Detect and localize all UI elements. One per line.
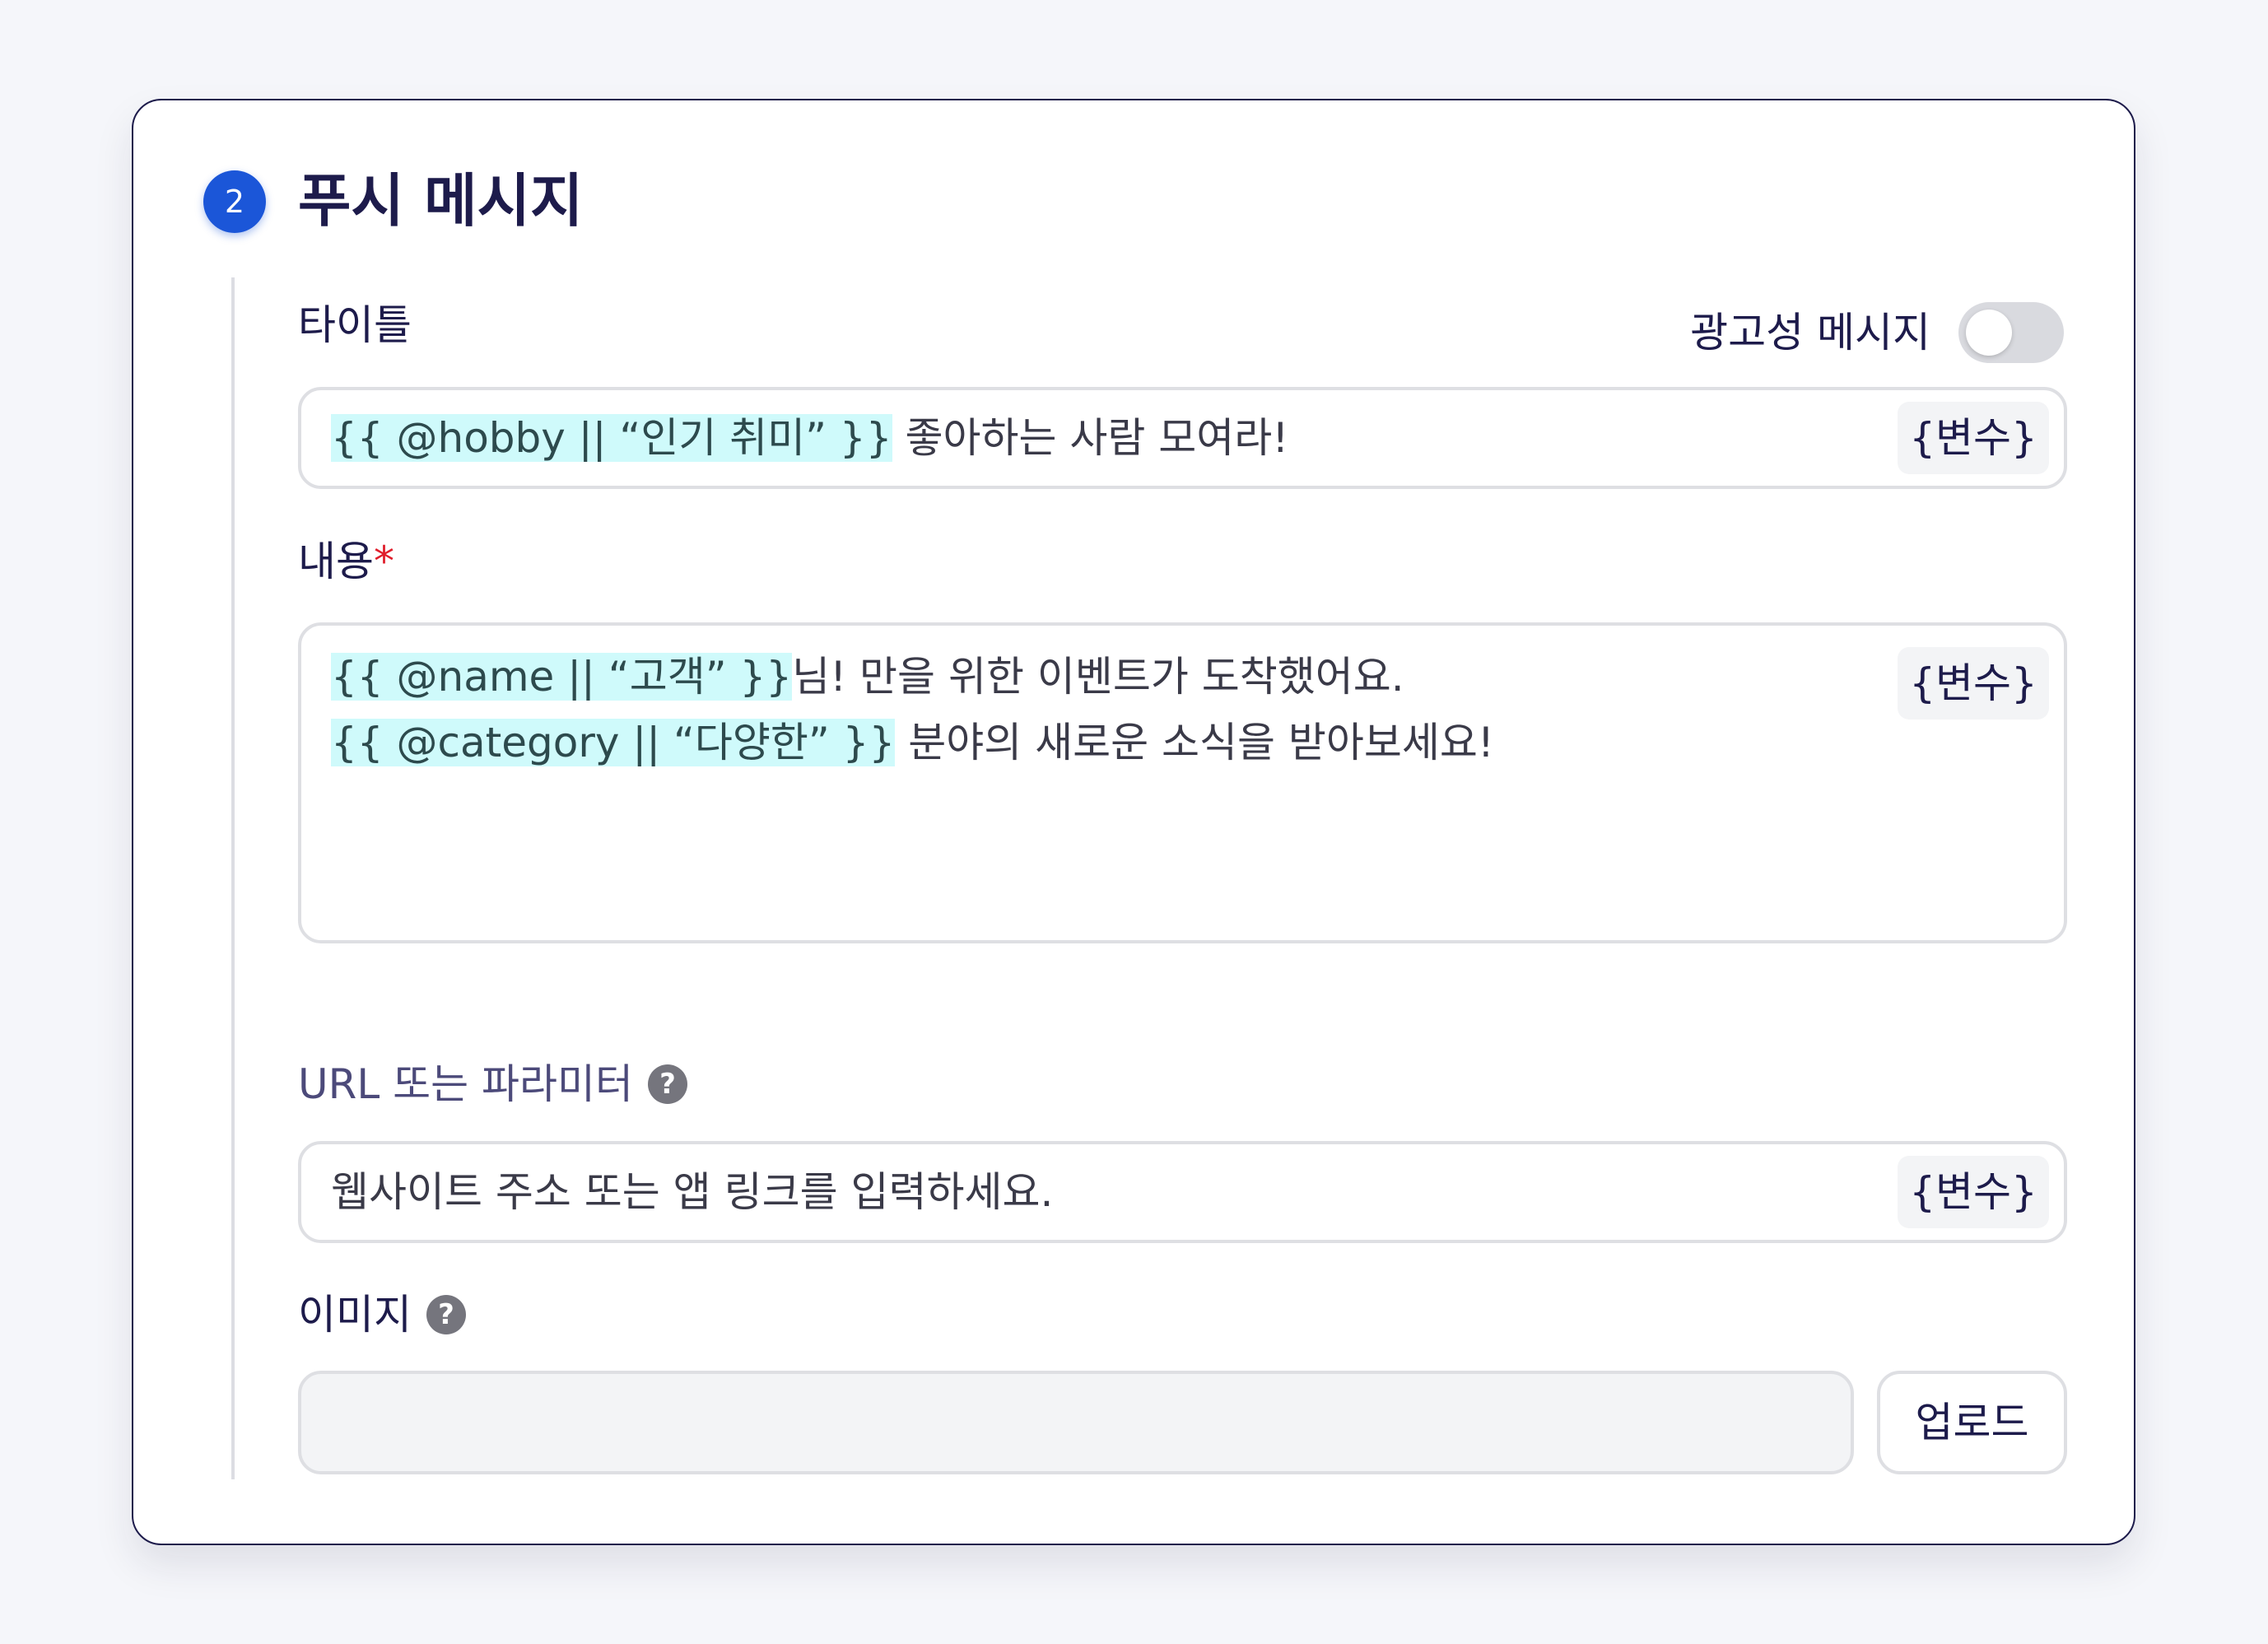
image-label: 이미지?	[298, 1290, 466, 1339]
ad-message-toggle[interactable]	[1958, 302, 2064, 363]
ad-message-toggle-group: 광고성 메시지	[1690, 302, 2064, 363]
content-line-1-text: 님! 만을 위한 이벤트가 도착했어요.	[792, 653, 1404, 701]
variable-chip: {{ @category || “다양한” }}	[331, 719, 896, 766]
question-circle-icon[interactable]: ?	[647, 1064, 687, 1104]
title-input-text: {{ @hobby || “인기 취미” }} 좋아하는 사람 모여라!	[331, 405, 1874, 471]
content-label: 내용*	[298, 537, 394, 586]
ad-message-label: 광고성 메시지	[1690, 309, 1930, 356]
content-line-1: {{ @name || “고객” }}님! 만을 위한 이벤트가 도착했어요.	[331, 644, 1874, 710]
section-title: 푸시 메시지	[298, 167, 584, 235]
insert-variable-button[interactable]: {변수}	[1898, 647, 2049, 720]
content-line-2-text: 분야의 새로운 소식을 받아보세요!	[895, 719, 1494, 766]
title-input[interactable]: {{ @hobby || “인기 취미” }} 좋아하는 사람 모여라! {변수…	[298, 387, 2067, 489]
title-label: 타이틀	[298, 301, 412, 349]
content-line-2: {{ @category || “다양한” }} 분야의 새로운 소식을 받아보…	[331, 710, 1874, 775]
required-mark: *	[374, 538, 394, 585]
section-divider-line	[231, 277, 235, 1479]
content-label-text: 내용	[298, 538, 374, 585]
content-textarea[interactable]: {{ @name || “고객” }}님! 만을 위한 이벤트가 도착했어요. …	[298, 622, 2067, 943]
title-text: 좋아하는 사람 모여라!	[892, 414, 1289, 462]
variable-chip: {{ @hobby || “인기 취미” }}	[331, 414, 892, 462]
image-path-field	[298, 1371, 1854, 1474]
step-number-badge: 2	[203, 170, 266, 233]
insert-variable-button[interactable]: {변수}	[1898, 1156, 2049, 1228]
variable-chip: {{ @name || “고객” }}	[331, 653, 793, 701]
url-input[interactable]: 웹사이트 주소 또는 앱 링크를 입력하세요. {변수}	[298, 1141, 2067, 1243]
upload-button[interactable]: 업로드	[1877, 1371, 2067, 1474]
question-circle-icon[interactable]: ?	[426, 1294, 466, 1334]
push-message-card: 2 푸시 메시지 타이틀 광고성 메시지 {{ @hobby || “인기 취미…	[132, 99, 2135, 1545]
insert-variable-button[interactable]: {변수}	[1898, 402, 2049, 474]
url-placeholder: 웹사이트 주소 또는 앱 링크를 입력하세요.	[331, 1168, 1054, 1216]
image-label-text: 이미지	[298, 1291, 412, 1339]
toggle-knob	[1966, 310, 2012, 356]
url-label: URL 또는 파라미터?	[298, 1060, 687, 1109]
url-label-text: URL 또는 파라미터	[298, 1060, 633, 1108]
